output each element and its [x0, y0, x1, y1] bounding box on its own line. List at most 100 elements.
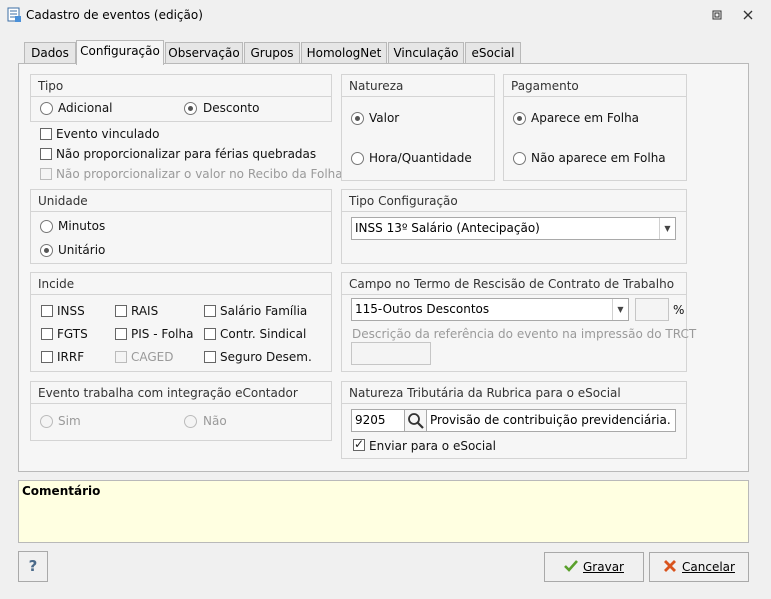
evento-vinculado-label: Evento vinculado [56, 127, 160, 141]
window-title: Cadastro de eventos (edição) [26, 8, 203, 22]
rescisao-title: Campo no Termo de Rescisão de Contrato d… [342, 273, 686, 295]
tab-grupos[interactable]: Grupos [244, 42, 300, 64]
chevron-down-icon[interactable]: ▼ [659, 218, 675, 239]
enviar-esocial-label: Enviar para o eSocial [369, 439, 496, 453]
tipo-config-select[interactable]: INSS 13º Salário (Antecipação) ▼ [351, 217, 676, 240]
close-icon [743, 10, 753, 20]
unidade-group: Unidade Minutos Unitário [30, 189, 332, 264]
natureza-group: Natureza Valor Hora/Quantidade [341, 74, 495, 181]
check-icon [564, 560, 578, 572]
tipo-group: Tipo Adicional Desconto [30, 74, 332, 122]
rescisao-percent-input[interactable] [635, 298, 669, 321]
incide-pis-folha-checkbox[interactable] [115, 328, 127, 340]
tipo-title: Tipo [31, 75, 331, 97]
pagamento-aparece-label: Aparece em Folha [531, 111, 640, 125]
econtador-group: Evento trabalha com integração eContador… [30, 381, 332, 441]
unidade-title: Unidade [31, 190, 331, 212]
tab-configuracao[interactable]: Configuração [76, 40, 164, 65]
incide-fgts-checkbox[interactable] [41, 328, 53, 340]
chevron-down-icon[interactable]: ▼ [612, 299, 628, 320]
restore-button[interactable] [707, 6, 727, 24]
incide-seguro-desem-label: Seguro Desem. [220, 350, 312, 364]
comment-area[interactable]: Comentário [18, 480, 749, 543]
incide-rais-checkbox[interactable] [115, 305, 127, 317]
incide-caged-checkbox [115, 351, 127, 363]
rescisao-group: Campo no Termo de Rescisão de Contrato d… [341, 272, 696, 372]
unidade-minutos-radio[interactable] [40, 220, 53, 233]
configuracao-panel: Tipo Adicional Desconto Evento vinculado… [18, 63, 749, 472]
unidade-minutos-label: Minutos [58, 219, 106, 233]
tipo-config-value: INSS 13º Salário (Antecipação) [355, 221, 540, 235]
evento-vinculado-checkbox[interactable] [40, 128, 52, 140]
tipo-config-title: Tipo Configuração [342, 190, 686, 212]
incide-salario-familia-label: Salário Família [220, 304, 308, 318]
incide-irrf-label: IRRF [57, 350, 85, 364]
rescisao-select[interactable]: 115-Outros Descontos ▼ [351, 298, 629, 321]
incide-rais-label: RAIS [131, 304, 159, 318]
tab-dados[interactable]: Dados [24, 42, 76, 64]
natureza-valor-label: Valor [369, 111, 400, 125]
comment-label: Comentário [22, 484, 101, 498]
incide-fgts-label: FGTS [57, 327, 88, 341]
close-button[interactable] [738, 6, 758, 24]
tipo-adicional-label: Adicional [58, 101, 113, 115]
natureza-hora-label: Hora/Quantidade [369, 151, 472, 165]
tab-vinculacao[interactable]: Vinculação [388, 42, 464, 64]
unidade-unitario-radio[interactable] [40, 244, 53, 257]
percent-label: % [673, 303, 685, 317]
incide-contr-sindical-checkbox[interactable] [204, 328, 216, 340]
restore-icon [712, 10, 722, 20]
cancelar-label: Cancelar [682, 560, 735, 574]
incide-title: Incide [31, 273, 331, 295]
cancel-x-icon [664, 560, 677, 572]
unidade-unitario-label: Unitário [58, 243, 106, 257]
incide-pis-folha-label: PIS - Folha [131, 327, 194, 341]
esocial-search-button[interactable] [404, 409, 427, 432]
incide-seguro-desem-checkbox[interactable] [204, 351, 216, 363]
tab-esocial[interactable]: eSocial [465, 42, 521, 64]
incide-group: Incide INSS RAIS Salário Família FGTS PI… [30, 272, 332, 372]
natureza-valor-radio[interactable] [351, 112, 364, 125]
esocial-code-input[interactable]: 9205 [351, 409, 405, 432]
tab-bar: Dados Configuração Observação Grupos Hom… [18, 40, 538, 65]
incide-contr-sindical-label: Contr. Sindical [220, 327, 307, 341]
gravar-button[interactable]: Gravar [544, 552, 644, 582]
nao-prop-ferias-label: Não proporcionalizar para férias quebrad… [56, 147, 317, 161]
incide-inss-checkbox[interactable] [41, 305, 53, 317]
incide-inss-label: INSS [57, 304, 85, 318]
esocial-description-input[interactable]: Provisão de contribuição previdenciária. [426, 409, 676, 432]
pagamento-title: Pagamento [504, 75, 686, 97]
econtador-sim-label: Sim [58, 414, 81, 428]
enviar-esocial-checkbox[interactable] [353, 437, 365, 451]
esocial-group: Natureza Tributária da Rubrica para o eS… [341, 381, 687, 459]
econtador-sim-radio [40, 415, 53, 428]
tipo-config-group: Tipo Configuração INSS 13º Salário (Ante… [341, 189, 687, 264]
incide-salario-familia-checkbox[interactable] [204, 305, 216, 317]
app-icon [7, 7, 21, 22]
search-icon [408, 413, 424, 429]
econtador-nao-label: Não [203, 414, 227, 428]
tipo-desconto-radio[interactable] [184, 102, 197, 115]
rescisao-value: 115-Outros Descontos [355, 302, 490, 316]
help-button[interactable]: ? [18, 551, 48, 582]
esocial-title: Natureza Tributária da Rubrica para o eS… [342, 382, 686, 404]
tab-observacao[interactable]: Observação [165, 42, 243, 64]
incide-caged-label: CAGED [131, 350, 174, 364]
incide-irrf-checkbox[interactable] [41, 351, 53, 363]
nao-prop-ferias-checkbox[interactable] [40, 148, 52, 160]
econtador-nao-radio [184, 415, 197, 428]
pagamento-group: Pagamento Aparece em Folha Não aparece e… [503, 74, 687, 181]
cancelar-button[interactable]: Cancelar [649, 552, 749, 582]
rescisao-desc-label: Descrição da referência do evento na imp… [352, 327, 697, 341]
pagamento-nao-aparece-radio[interactable] [513, 152, 526, 165]
tab-homolognet[interactable]: HomologNet [301, 42, 387, 64]
pagamento-aparece-radio[interactable] [513, 112, 526, 125]
nao-prop-recibo-label: Não proporcionalizar o valor no Recibo d… [56, 167, 343, 181]
pagamento-nao-aparece-label: Não aparece em Folha [531, 151, 666, 165]
nao-prop-recibo-checkbox [40, 168, 52, 180]
econtador-title: Evento trabalha com integração eContador [31, 382, 331, 404]
rescisao-desc-input[interactable] [351, 342, 431, 365]
tipo-adicional-radio[interactable] [40, 102, 53, 115]
natureza-hora-radio[interactable] [351, 152, 364, 165]
tipo-desconto-label: Desconto [203, 101, 260, 115]
